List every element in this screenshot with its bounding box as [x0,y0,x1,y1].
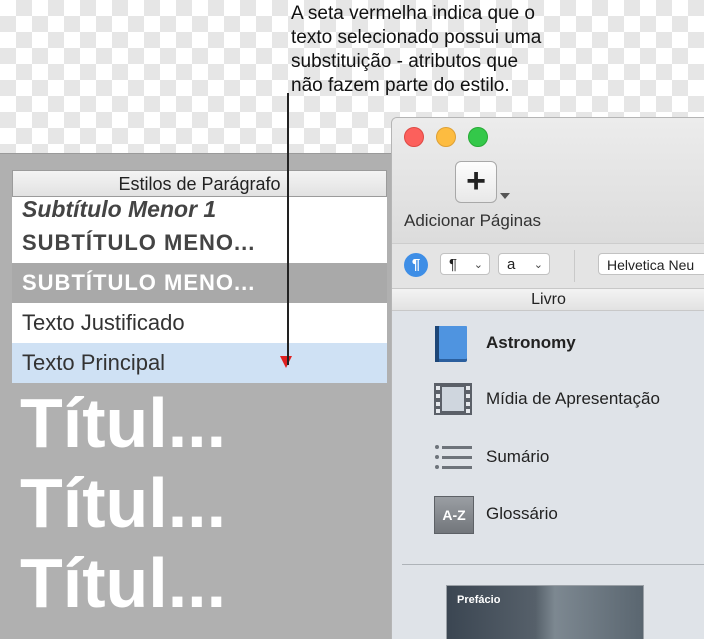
sidebar-item-label: Mídia de Apresentação [486,389,660,408]
annotation-arrow-line [287,93,289,365]
font-family-popup[interactable]: Helvetica Neu [598,253,704,275]
book-icon [435,326,467,362]
sidebar-divider [402,564,704,565]
sidebar-item-label: Sumário [486,447,550,466]
paragraph-styles-panel: Estilos de Parágrafo Subtítulo Menor 1 S… [0,153,392,639]
add-pages-button[interactable]: + [455,161,497,203]
style-item-texto-principal-selected[interactable]: Texto Principal [12,343,387,383]
paragraph-style-popup-value: ¶ [449,256,458,273]
character-style-popup[interactable]: a ⌄ [498,253,550,275]
az-icon: A-Z [434,496,474,534]
pilcrow-icon[interactable]: ¶ [404,253,428,277]
character-style-popup-value: a [507,256,516,273]
chevron-down-icon: ⌄ [533,259,543,271]
sidebar-item-label: Glossário [486,504,558,523]
page-thumbnail-prefacio[interactable]: Prefácio [446,585,644,639]
sidebar-item-astronomy[interactable]: Astronomy [434,325,704,362]
paragraph-style-popup[interactable]: ¶ ⌄ [440,253,490,275]
close-window-button[interactable] [404,127,424,147]
window-titlebar: + Adicionar Páginas [392,118,704,243]
style-item-subtitulo-menor-2[interactable]: SUBTÍTULO MENO... [12,223,387,263]
minimize-window-button[interactable] [436,127,456,147]
annotation-text: A seta vermelha indica que o texto selec… [291,3,542,96]
sidebar-item-midia-apresentacao[interactable]: Mídia de Apresentação [434,381,704,417]
style-item-titulo-2[interactable]: Títul... [12,463,387,543]
paragraph-styles-header: Estilos de Parágrafo [12,170,387,197]
paragraph-styles-list[interactable]: Estilos de Parágrafo Subtítulo Menor 1 S… [12,170,387,639]
add-pages-dropdown-caret-icon[interactable] [500,193,510,199]
format-bar-divider [574,250,575,282]
style-item-subtitulo-menor-1[interactable]: Subtítulo Menor 1 [12,197,387,223]
list-icon [435,445,472,469]
plus-icon: + [466,162,486,200]
chevron-down-icon: ⌄ [473,259,483,271]
format-bar: ¶ ¶ ⌄ a ⌄ Helvetica Neu [392,243,704,288]
add-pages-label: Adicionar Páginas [404,211,542,230]
style-item-subtitulo-menor-3[interactable]: SUBTÍTULO MENO... [12,263,387,303]
style-item-texto-justificado[interactable]: Texto Justificado [12,303,387,343]
book-sidebar: Astronomy Mídia de Apresentação Sumário … [392,311,704,639]
sidebar-item-label: Astronomy [486,333,576,352]
override-marker-icon [280,356,292,368]
style-item-titulo-3[interactable]: Títul... [12,543,387,623]
sidebar-section-title: Livro [392,288,704,311]
sidebar-item-glossario[interactable]: A-Z Glossário [434,496,704,534]
style-item-titulo-1[interactable]: Títul... [12,383,387,463]
film-icon [434,383,472,415]
page-thumbnail-label: Prefácio [457,594,501,606]
sidebar-item-sumario[interactable]: Sumário [434,439,704,475]
zoom-window-button[interactable] [468,127,488,147]
style-item-label: Texto Principal [22,350,166,375]
ibooks-author-window: + Adicionar Páginas ¶ ¶ ⌄ a ⌄ Helvetica … [391,117,704,639]
